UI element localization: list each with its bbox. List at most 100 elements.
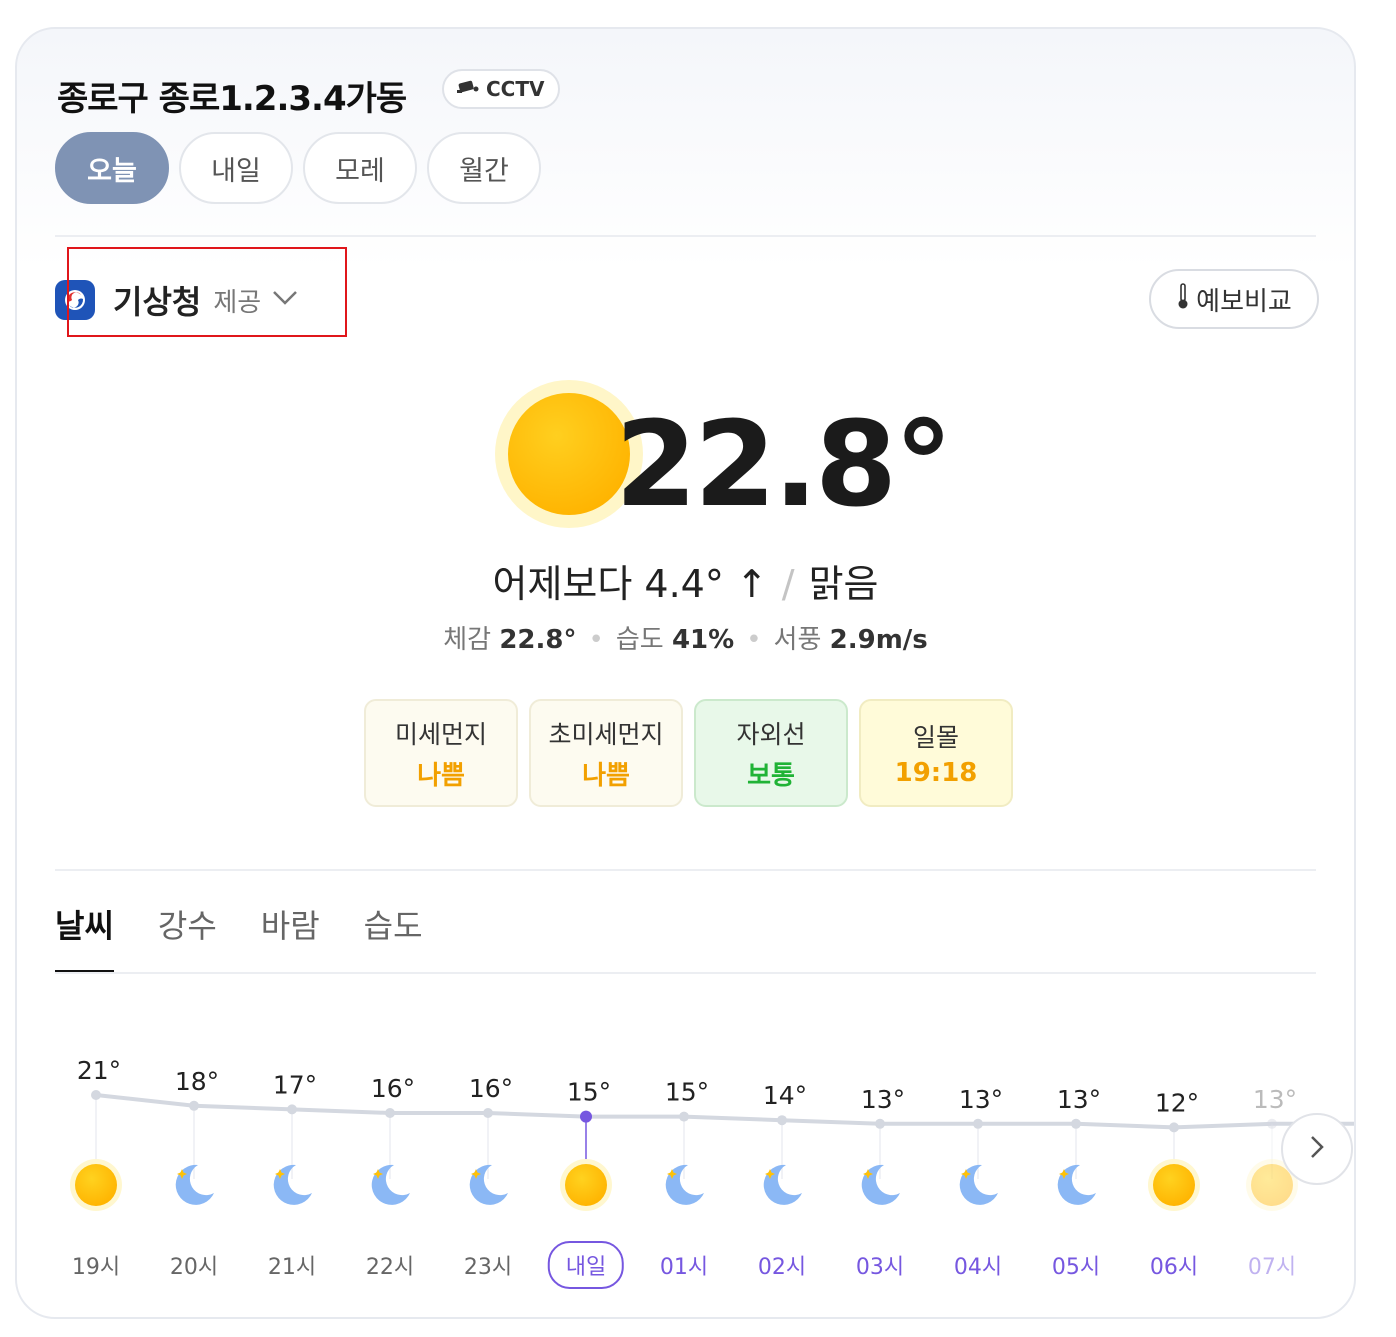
yesterday-compare: 어제보다 4.4° ↑ (492, 562, 768, 606)
temperature-point (1267, 1118, 1277, 1129)
moon-icon (371, 1164, 410, 1205)
hour-label: 04시 (953, 1255, 1003, 1280)
chip-value: 나쁨 (582, 760, 630, 791)
current-temperature: 22.8° (615, 395, 953, 533)
cctv-label: CCTV (486, 77, 545, 101)
divider (55, 235, 1316, 237)
tab-monthly[interactable]: 월간 (427, 132, 541, 204)
chip-uv[interactable]: 자외선 보통 (694, 699, 848, 807)
camera-icon (456, 77, 482, 102)
chart-tabs: 날씨 강수 바람 습도 (55, 901, 423, 973)
hour-labels: 19시 20시 21시 22시 23시 내일 01시 02시 03시 04시 05시 06시 07시 (17, 1241, 1354, 1289)
hour-temperature: 13° (959, 1085, 1003, 1114)
chip-label: 일몰 (912, 723, 959, 752)
humidity-value: 41% (671, 625, 735, 655)
moon-icon (763, 1164, 802, 1205)
day-tabs: 오늘 내일 모레 월간 (55, 132, 541, 204)
chip-value: 보통 (747, 760, 795, 791)
hour-temperature: 16° (469, 1074, 513, 1103)
wind-value: 2.9m/s (829, 625, 928, 655)
temperature-point (287, 1104, 297, 1115)
wind-label: 서풍 (773, 625, 822, 655)
temperature-point (385, 1108, 395, 1118)
hour-temperature: 15° (665, 1078, 709, 1107)
hour-temperature: 14° (763, 1081, 807, 1110)
hour-label: 06시 (1149, 1255, 1199, 1280)
thermometer-icon (1176, 282, 1190, 317)
forecast-compare-button[interactable]: 예보비교 (1149, 269, 1319, 329)
temperature-point (875, 1118, 885, 1129)
moon-icon (175, 1164, 214, 1205)
chip-label: 자외선 (736, 719, 806, 749)
temperature-point (777, 1115, 787, 1126)
feels-value: 22.8° (499, 625, 577, 655)
sun-icon (1148, 1159, 1200, 1211)
weather-details: 체감 22.8° • 습도 41% • 서풍 2.9m/s (17, 619, 1354, 656)
hour-temperature: 13° (1057, 1085, 1101, 1114)
temperature-point (91, 1090, 101, 1100)
tab-tomorrow[interactable]: 내일 (179, 132, 293, 204)
tab-day-after[interactable]: 모레 (303, 132, 417, 204)
hour-temperature: 12° (1155, 1088, 1199, 1117)
chip-label: 미세먼지 (394, 719, 487, 749)
hour-label: 02시 (757, 1255, 807, 1280)
hour-label: 20시 (169, 1255, 219, 1280)
hour-temperature: 17° (273, 1070, 317, 1099)
forecast-compare-label: 예보비교 (1196, 286, 1292, 317)
tab-precipitation[interactable]: 강수 (158, 901, 217, 973)
hour-temperature: 13° (861, 1085, 905, 1114)
humidity-label: 습도 (615, 625, 664, 655)
tab-weather[interactable]: 날씨 (55, 901, 114, 973)
tab-wind[interactable]: 바람 (261, 901, 320, 973)
chip-sunset[interactable]: 일몰 19:18 (859, 699, 1013, 807)
divider (55, 972, 1316, 974)
hour-label: 07시 (1247, 1255, 1297, 1280)
chip-value: 19:18 (894, 758, 978, 788)
cctv-button[interactable]: CCTV (442, 69, 561, 109)
moon-icon (959, 1164, 998, 1205)
weather-card: 종로구 종로1.2.3.4가동 CCTV 오늘 내일 모레 월간 기상청 제공 … (15, 27, 1356, 1319)
moon-icon (469, 1164, 508, 1205)
hour-label: 22시 (365, 1255, 415, 1280)
moon-icon (665, 1164, 704, 1205)
chip-value: 나쁨 (417, 760, 465, 791)
chip-label: 초미세먼지 (548, 719, 664, 749)
separator: / (781, 562, 795, 606)
location-title: 종로구 종로1.2.3.4가동 (57, 79, 407, 119)
temperature-point (1071, 1118, 1081, 1129)
hour-label: 05시 (1051, 1255, 1101, 1280)
moon-icon (1057, 1164, 1096, 1205)
temperature-point (580, 1110, 592, 1123)
temperature-point (189, 1100, 199, 1111)
feels-label: 체감 (443, 625, 492, 655)
moon-icon (273, 1164, 312, 1205)
chip-fine-dust[interactable]: 미세먼지 나쁨 (364, 699, 518, 807)
hour-temperature: 18° (175, 1067, 219, 1096)
divider (55, 869, 1316, 871)
weather-condition: 맑음 (808, 562, 879, 606)
highlight-box (67, 247, 347, 337)
temperature-point (483, 1108, 493, 1118)
moon-icon (861, 1164, 900, 1205)
hour-label: 19시 (71, 1255, 121, 1280)
hourly-forecast-chart: 21° 18° 17° 16° 16° 15° 15° 14° 13° 13° 13° 12° 13° … (17, 1029, 1354, 1317)
hour-label: 21시 (267, 1255, 317, 1280)
separator-dot: • (746, 625, 762, 655)
tomorrow-badge: 내일 (547, 1241, 625, 1289)
hour-label: 01시 (659, 1255, 709, 1280)
temperature-point (1169, 1122, 1179, 1133)
tab-humidity[interactable]: 습도 (364, 901, 423, 973)
tab-today[interactable]: 오늘 (55, 132, 169, 204)
weather-summary: 어제보다 4.4° ↑ / 맑음 (17, 553, 1354, 608)
chip-ultrafine-dust[interactable]: 초미세먼지 나쁨 (529, 699, 683, 807)
next-hours-button[interactable] (1281, 1113, 1353, 1185)
air-quality-chips: 미세먼지 나쁨 초미세먼지 나쁨 자외선 보통 일몰 19:18 (364, 699, 1013, 807)
hour-temperature: 16° (371, 1074, 415, 1103)
sun-icon (70, 1159, 122, 1211)
sun-icon (560, 1159, 612, 1211)
hour-temperature: 13° (1253, 1085, 1297, 1114)
chevron-right-icon (1309, 1134, 1325, 1164)
temperature-point (679, 1111, 689, 1122)
temperature-point (973, 1118, 983, 1129)
hour-temperature: 15° (567, 1078, 611, 1107)
